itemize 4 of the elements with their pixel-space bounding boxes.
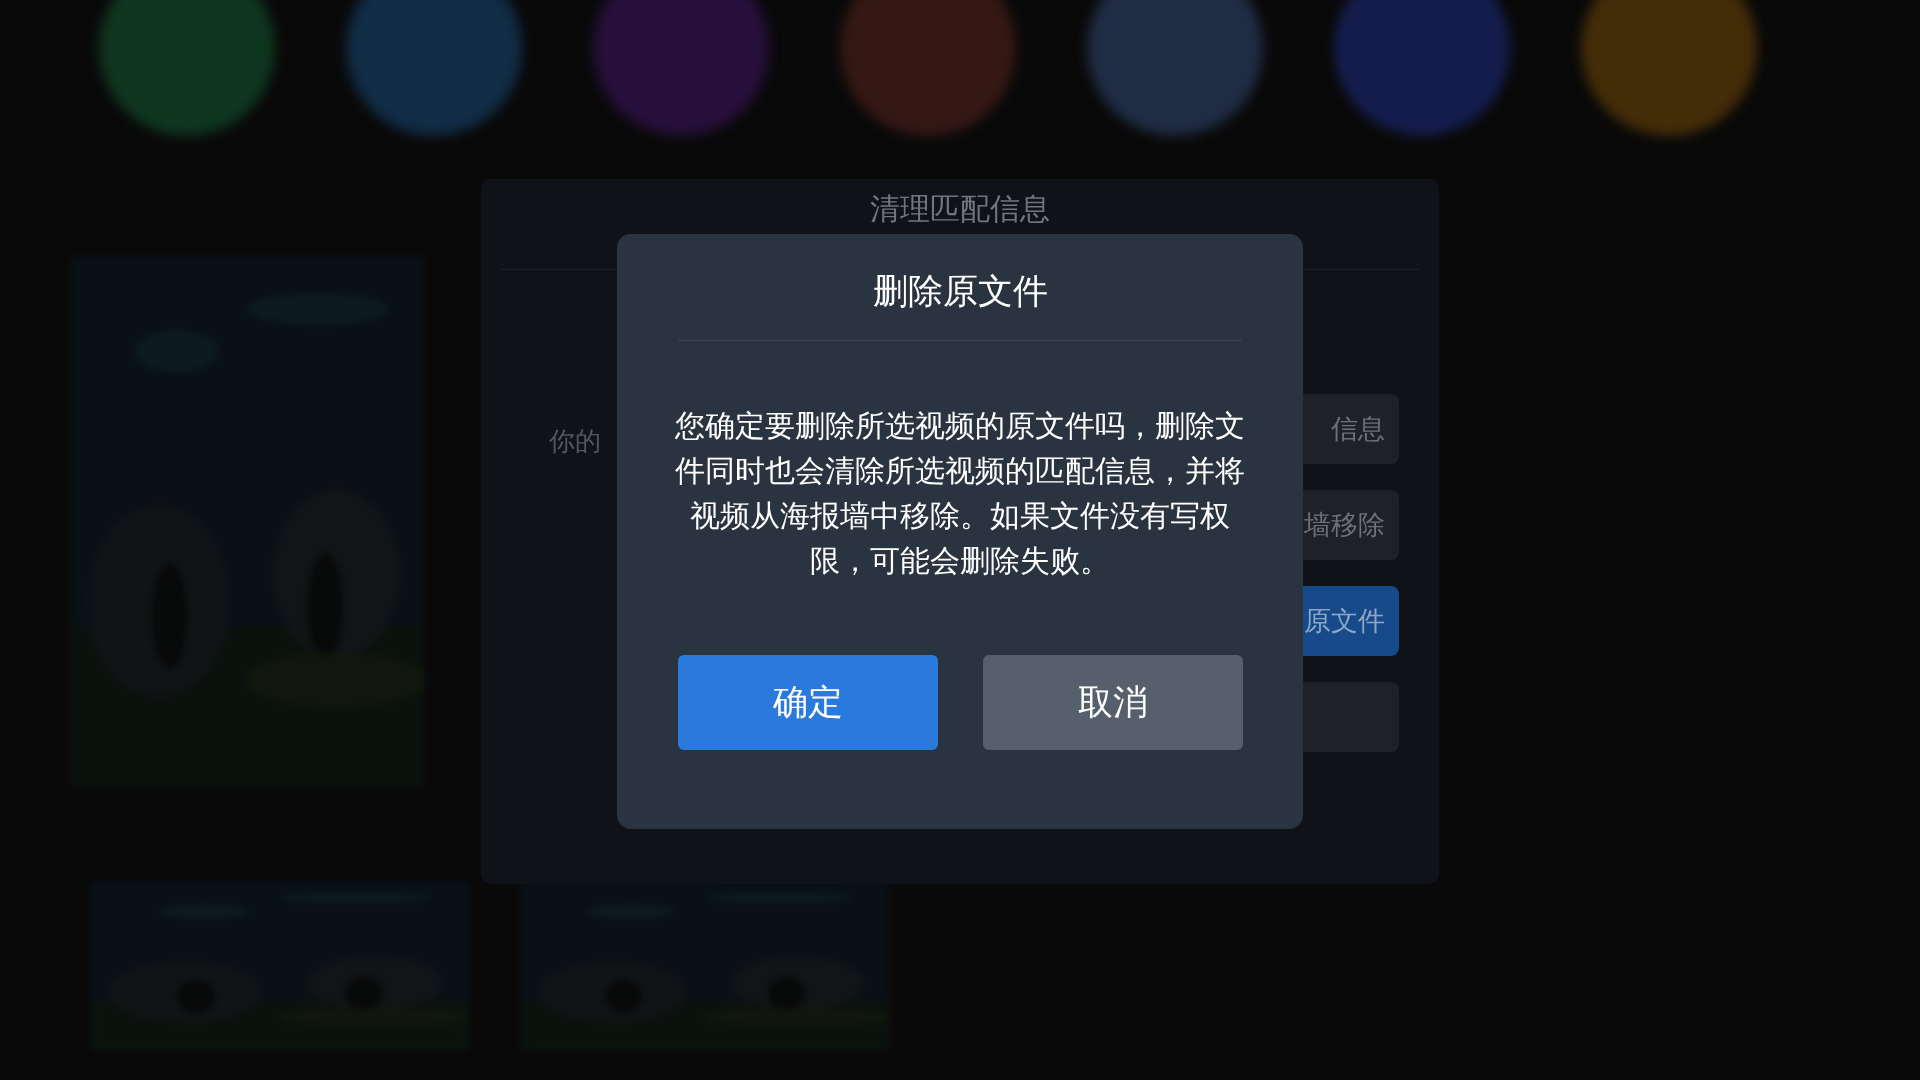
panel-title: 清理匹配信息 bbox=[870, 190, 1050, 228]
dialog-message: 您确定要删除所选视频的原文件吗，删除文件同时也会清除所选视频的匹配信息，并将视频从海报墙中移除。如果文件没有写权限，可能会删除失败。 bbox=[674, 407, 1246, 580]
dialog-title: 删除原文件 bbox=[872, 270, 1048, 313]
field-label: 你的 bbox=[549, 425, 601, 458]
